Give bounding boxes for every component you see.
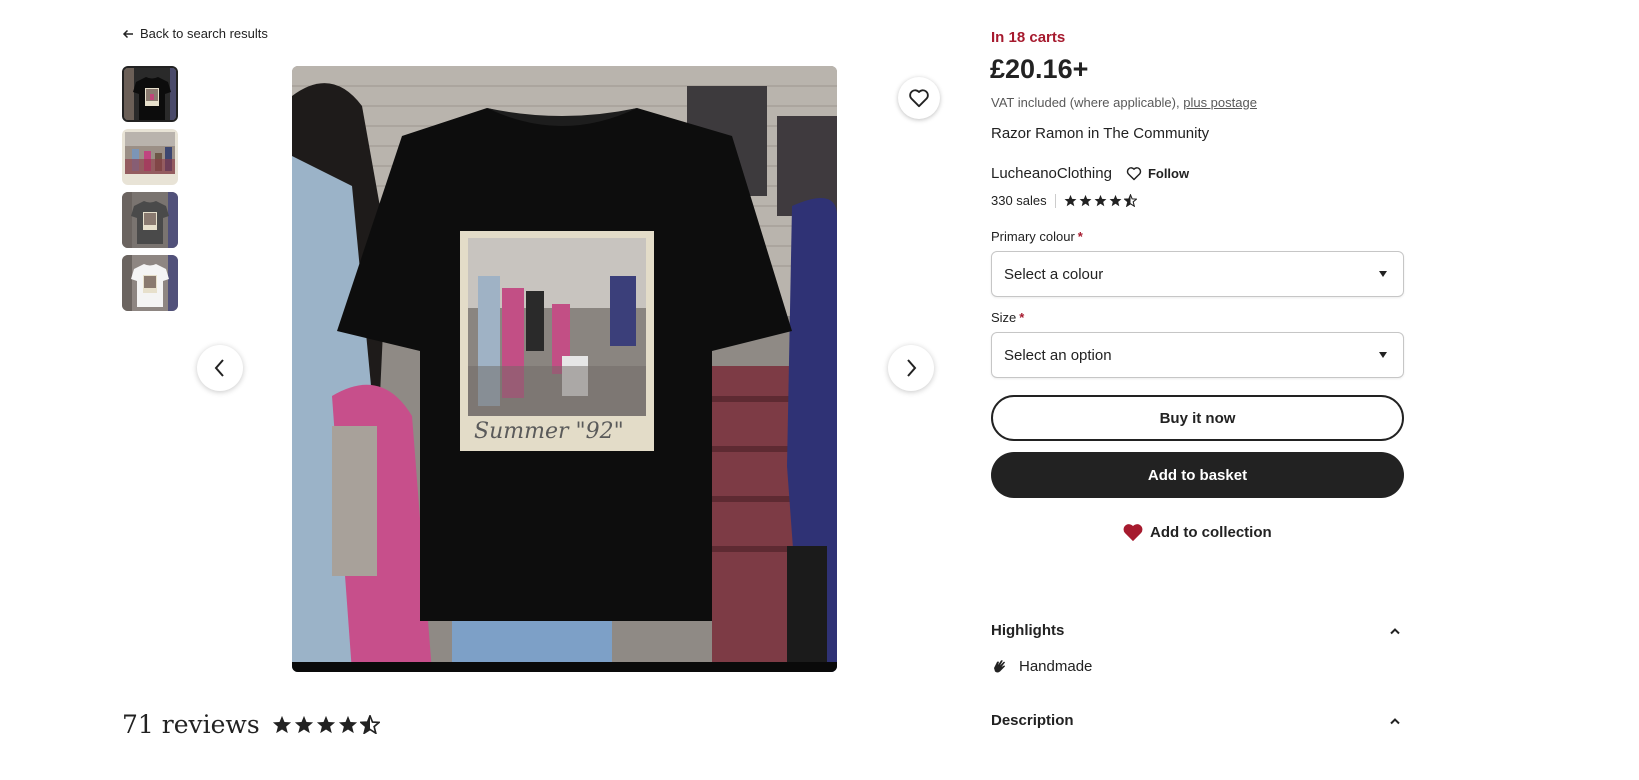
in-carts-notice: In 18 carts — [991, 29, 1066, 46]
thumbnail-image — [122, 255, 178, 311]
add-to-collection-button[interactable]: Add to collection — [1122, 522, 1272, 542]
follow-shop-button[interactable]: Follow — [1126, 166, 1189, 181]
star-icon — [316, 715, 335, 734]
vat-notice: VAT included (where applicable), plus po… — [991, 95, 1257, 110]
add-to-collection-label: Add to collection — [1150, 523, 1272, 541]
chevron-right-icon — [907, 359, 917, 377]
description-title: Description — [991, 712, 1074, 729]
product-photo: Summer "92" — [292, 66, 837, 672]
star-icon — [1079, 194, 1092, 207]
size-select[interactable]: Select an option — [991, 332, 1404, 378]
primary-colour-select[interactable]: Select a colour — [991, 251, 1404, 297]
buy-it-now-button[interactable]: Buy it now — [991, 395, 1404, 441]
highlights-title: Highlights — [991, 622, 1065, 639]
star-icon — [294, 715, 313, 734]
highlights-toggle[interactable]: Highlights — [991, 622, 1401, 639]
highlight-handmade: Handmade — [991, 658, 1092, 675]
thumbnail-image — [124, 68, 176, 120]
shop-stats: 330 sales — [991, 193, 1137, 208]
size-label-text: Size — [991, 310, 1017, 325]
sales-count: 330 sales — [991, 193, 1047, 208]
thumbnail-1[interactable] — [122, 66, 178, 122]
product-title: Razor Ramon in The Community — [991, 125, 1210, 142]
shop-star-rating[interactable] — [1064, 194, 1137, 207]
vat-text: VAT included (where applicable), — [991, 95, 1184, 110]
star-icon — [338, 715, 357, 734]
primary-colour-label: Primary colour * — [991, 229, 1083, 244]
follow-label: Follow — [1147, 166, 1190, 181]
thumbnail-2[interactable] — [122, 129, 178, 185]
heart-outline-icon — [1126, 167, 1142, 181]
star-icon — [1094, 194, 1107, 207]
star-icon — [1064, 194, 1077, 207]
back-link-label: Back to search results — [140, 26, 268, 41]
size-value: Select an option — [1004, 346, 1112, 364]
reviews-title: 71 reviews — [122, 710, 260, 739]
back-to-search-link[interactable]: Back to search results — [122, 26, 268, 41]
chevron-up-icon — [1390, 717, 1400, 724]
primary-colour-value: Select a colour — [1004, 265, 1104, 283]
reviews-star-rating — [272, 715, 380, 734]
chevron-up-icon — [1390, 627, 1400, 634]
thumbnail-3[interactable] — [122, 192, 178, 248]
thumbnail-image — [122, 192, 178, 248]
print-caption: Summer "92" — [474, 419, 624, 444]
postage-link[interactable]: plus postage — [1183, 95, 1257, 110]
size-label: Size * — [991, 310, 1024, 325]
shop-row: LucheanoClothing Follow — [991, 165, 1189, 182]
half-star-icon — [1123, 194, 1137, 207]
chevron-left-icon — [214, 359, 224, 377]
half-star-icon — [359, 715, 380, 734]
main-product-image[interactable]: Summer "92" — [292, 66, 837, 672]
reviews-header: 71 reviews — [122, 710, 380, 739]
star-icon — [1109, 194, 1122, 207]
hand-icon — [994, 659, 1005, 672]
next-image-button[interactable] — [888, 345, 934, 391]
shop-name-link[interactable]: LucheanoClothing — [991, 165, 1112, 182]
add-to-basket-button[interactable]: Add to basket — [991, 452, 1404, 498]
favorite-button[interactable] — [898, 77, 940, 119]
arrow-left-icon — [122, 29, 133, 38]
heart-outline-icon — [909, 89, 929, 108]
required-mark: * — [1077, 229, 1083, 244]
handmade-label: Handmade — [1019, 658, 1093, 675]
price: £20.16+ — [990, 54, 1089, 84]
thumbnail-image — [122, 129, 178, 185]
heart-filled-icon — [1123, 524, 1143, 542]
previous-image-button[interactable] — [197, 345, 243, 391]
description-toggle[interactable]: Description — [991, 712, 1401, 729]
primary-colour-label-text: Primary colour — [991, 229, 1075, 244]
divider — [1054, 193, 1056, 208]
caret-down-icon — [1379, 271, 1387, 277]
star-icon — [272, 715, 291, 734]
caret-down-icon — [1379, 352, 1387, 358]
thumbnail-4[interactable] — [122, 255, 178, 311]
required-mark: * — [1019, 310, 1025, 325]
